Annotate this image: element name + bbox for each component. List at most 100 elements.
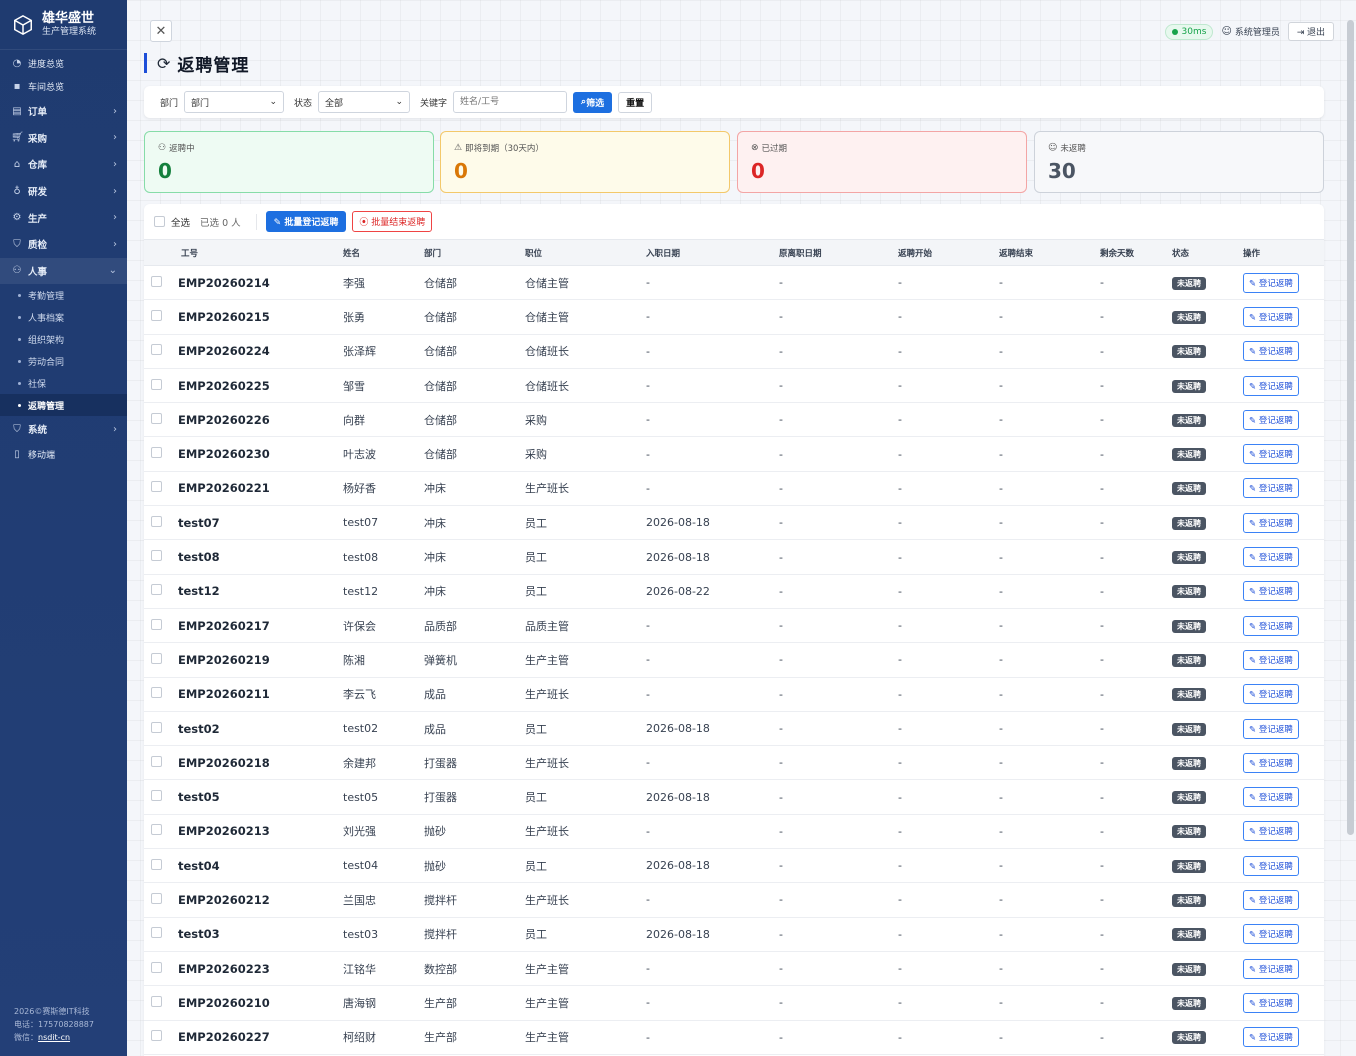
register-rehire-button[interactable]: ✎ 登记返聘	[1243, 341, 1299, 362]
column-header[interactable]: 状态	[1172, 247, 1243, 259]
sidebar-item-warehouse[interactable]: ⌂ 仓库 ›	[0, 151, 127, 178]
close-tab-button[interactable]: ✕	[150, 20, 172, 42]
sidebar-item-mobile[interactable]: ▯ 移动端	[0, 443, 127, 466]
column-header[interactable]: 职位	[525, 247, 646, 259]
column-header[interactable]: 工号	[178, 247, 343, 259]
row-checkbox-input[interactable]	[151, 378, 162, 390]
row-checkbox-input[interactable]	[151, 927, 162, 939]
sidebar-subitem-label: 劳动合同	[28, 357, 65, 368]
row-checkbox-input[interactable]	[151, 447, 162, 459]
row-checkbox-input[interactable]	[151, 755, 162, 767]
edit-icon: ✎	[1249, 347, 1259, 358]
register-rehire-button[interactable]: ✎ 登记返聘	[1243, 684, 1299, 705]
row-checkbox-input[interactable]	[151, 892, 162, 904]
row-checkbox-input[interactable]	[151, 824, 162, 836]
leave-date: -	[779, 859, 783, 873]
filter-bar: 部门 部门 ⌄ 状态 全部 ⌄ 关键字 ⌕ 筛选 重置	[144, 86, 1324, 118]
row-checkbox-input[interactable]	[151, 858, 162, 870]
column-header[interactable]: 剩余天数	[1100, 247, 1172, 259]
row-checkbox-input[interactable]	[151, 515, 162, 527]
row-checkbox-input[interactable]	[151, 961, 162, 973]
status-badge: 未返聘	[1172, 1031, 1206, 1045]
remaining-days: -	[1100, 824, 1104, 838]
row-checkbox-input[interactable]	[151, 652, 162, 664]
filter-button[interactable]: ⌕ 筛选	[573, 91, 613, 113]
sidebar-item-system[interactable]: ⛉ 系统 ›	[0, 416, 127, 443]
register-rehire-label: 登记返聘	[1258, 758, 1293, 769]
sidebar-item-workshop[interactable]: ▪ 车间总览	[0, 75, 127, 98]
column-header[interactable]: 返聘结束	[999, 247, 1100, 259]
row-checkbox-input[interactable]	[151, 584, 162, 596]
column-header[interactable]: 部门	[424, 247, 525, 259]
column-header[interactable]: 原离职日期	[779, 247, 898, 259]
row-checkbox-input[interactable]	[151, 1030, 162, 1042]
register-rehire-button[interactable]: ✎ 登记返聘	[1243, 306, 1299, 327]
register-rehire-button[interactable]: ✎ 登记返聘	[1243, 547, 1299, 568]
sidebar-subitem-rehire[interactable]: 返聘管理	[0, 394, 127, 417]
sidebar-item-purchase[interactable]: 🛒︎ 采购 ›	[0, 125, 127, 152]
footer-wechat-link[interactable]: nsdit-cn	[38, 1033, 70, 1042]
dept-select[interactable]: 部门 ⌄	[184, 91, 285, 113]
sidebar-subitem-contracts[interactable]: 劳动合同	[0, 350, 127, 372]
sidebar-subitem-records[interactable]: 人事档案	[0, 306, 127, 328]
register-rehire-button[interactable]: ✎ 登记返聘	[1243, 581, 1299, 602]
register-rehire-button[interactable]: ✎ 登记返聘	[1243, 478, 1299, 499]
reset-button[interactable]: 重置	[618, 91, 653, 113]
row-checkbox-input[interactable]	[151, 309, 162, 321]
batch-register-button[interactable]: ✎ 批量登记返聘	[265, 211, 347, 232]
row-checkbox-input[interactable]	[151, 687, 162, 699]
row-checkbox-input[interactable]	[151, 995, 162, 1007]
leave-date: -	[779, 619, 783, 633]
register-rehire-button[interactable]: ✎ 登记返聘	[1243, 272, 1299, 293]
row-checkbox-input[interactable]	[151, 412, 162, 424]
column-header[interactable]: 入职日期	[646, 247, 779, 259]
row-checkbox-input[interactable]	[151, 618, 162, 630]
register-rehire-button[interactable]: ✎ 登记返聘	[1243, 855, 1299, 876]
register-rehire-button[interactable]: ✎ 登记返聘	[1243, 787, 1299, 808]
batch-end-button[interactable]: ⦿ 批量结束返聘	[352, 211, 433, 232]
user-info[interactable]: ☺ 系统管理员	[1221, 25, 1279, 38]
row-checkbox-input[interactable]	[151, 481, 162, 493]
register-rehire-button[interactable]: ✎ 登记返聘	[1243, 718, 1299, 739]
register-rehire-button[interactable]: ✎ 登记返聘	[1243, 992, 1299, 1013]
select-all-checkbox[interactable]	[154, 216, 165, 227]
register-rehire-button[interactable]: ✎ 登记返聘	[1243, 752, 1299, 773]
register-rehire-button[interactable]: ✎ 登记返聘	[1243, 409, 1299, 430]
sidebar-item-quality[interactable]: ⛉ 质检 ›	[0, 231, 127, 258]
sidebar-item-rd[interactable]: ♁ 研发 ›	[0, 178, 127, 205]
sidebar-item-hr[interactable]: ⚇ 人事 ⌄	[0, 257, 127, 285]
sidebar-subitem-attendance[interactable]: 考勤管理	[0, 284, 127, 306]
register-rehire-button[interactable]: ✎ 登记返聘	[1243, 615, 1299, 636]
status-cell: 未返聘	[1172, 550, 1243, 565]
status-select[interactable]: 全部 ⌄	[318, 91, 411, 113]
row-checkbox-input[interactable]	[151, 790, 162, 802]
rehire-start: -	[898, 310, 902, 324]
row-checkbox	[144, 447, 178, 461]
sidebar-subitem-social[interactable]: 社保	[0, 372, 127, 394]
register-rehire-button[interactable]: ✎ 登记返聘	[1243, 444, 1299, 465]
row-checkbox-input[interactable]	[151, 721, 162, 733]
register-rehire-button[interactable]: ✎ 登记返聘	[1243, 375, 1299, 396]
sidebar-subitem-org[interactable]: 组织架构	[0, 328, 127, 350]
join-date: -	[646, 379, 650, 393]
column-header[interactable]: 姓名	[343, 247, 424, 259]
register-rehire-button[interactable]: ✎ 登记返聘	[1243, 649, 1299, 670]
register-rehire-button[interactable]: ✎ 登记返聘	[1243, 889, 1299, 910]
sidebar-item-production[interactable]: ⚙ 生产 ›	[0, 204, 127, 231]
logout-button[interactable]: ⇥ 退出	[1287, 22, 1334, 41]
employee-name: 向群	[343, 413, 365, 427]
column-header[interactable]: 返聘开始	[898, 247, 999, 259]
page-scrollbar[interactable]	[1347, 20, 1354, 835]
register-rehire-button[interactable]: ✎ 登记返聘	[1243, 958, 1299, 979]
register-rehire-button[interactable]: ✎ 登记返聘	[1243, 924, 1299, 945]
row-checkbox-input[interactable]	[151, 275, 162, 287]
register-rehire-button[interactable]: ✎ 登记返聘	[1243, 512, 1299, 533]
register-rehire-button[interactable]: ✎ 登记返聘	[1243, 1027, 1299, 1048]
status-cell: 未返聘	[1172, 1030, 1243, 1045]
sidebar-item-order[interactable]: ▤ 订单 ›	[0, 98, 127, 125]
keyword-input[interactable]	[453, 91, 568, 113]
sidebar-item-progress[interactable]: ◔ 进度总览	[0, 52, 127, 75]
row-checkbox-input[interactable]	[151, 550, 162, 562]
register-rehire-button[interactable]: ✎ 登记返聘	[1243, 821, 1299, 842]
row-checkbox-input[interactable]	[151, 344, 162, 356]
